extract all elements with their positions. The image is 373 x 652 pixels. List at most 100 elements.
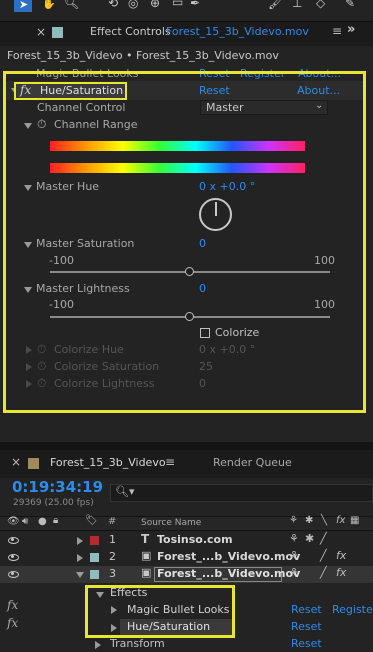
colorize-label[interactable]: Colorize — [215, 326, 259, 339]
effect-row-reset[interactable]: Reset — [291, 603, 322, 616]
master-hue-toggle[interactable] — [24, 185, 32, 191]
footage-layer-icon: ▣ — [141, 566, 152, 579]
effect-row-toggle[interactable] — [111, 624, 117, 632]
colorize-hue-value: 0 x +0.0 ° — [199, 343, 256, 356]
effects-group-label[interactable]: Effects — [110, 586, 147, 599]
comp-tab-menu-icon[interactable]: ≡ — [165, 455, 175, 469]
search-icon: 🔍︎▾ — [115, 485, 135, 498]
camera-tool-icon[interactable]: ◎ — [128, 0, 138, 10]
visibility-eye-icon[interactable] — [8, 571, 19, 578]
colorize-checkbox[interactable] — [200, 328, 210, 338]
pan-behind-icon[interactable]: ⊕ — [150, 0, 160, 10]
fx-icon[interactable]: fx — [20, 83, 31, 97]
comp-tab[interactable]: Forest_15_3b_Videvo — [50, 456, 166, 469]
panel-overflow-icon[interactable]: » — [347, 22, 355, 37]
master-saturation-knob[interactable] — [185, 267, 194, 276]
effect-controls-tab[interactable]: Effect Controls — [90, 25, 171, 38]
number-column-header: # — [108, 516, 117, 527]
effect-row-name[interactable]: Hue/Saturation — [127, 620, 210, 633]
visibility-eye-icon[interactable] — [8, 554, 19, 561]
breadcrumb: Forest_15_3b_Videvo • Forest_15_3b_Videv… — [7, 49, 279, 62]
master-lightness-knob[interactable] — [185, 312, 194, 321]
effect-about-link[interactable]: About... — [297, 84, 340, 97]
pen-tool-icon[interactable]: ✒ — [190, 0, 200, 10]
colorize-saturation-toggle — [26, 363, 32, 371]
effect-row-name[interactable]: Magic Bullet Looks — [127, 603, 230, 616]
channel-range-toggle[interactable] — [24, 123, 32, 129]
effects-group-toggle[interactable] — [96, 592, 104, 598]
layer-label-color[interactable] — [90, 536, 99, 545]
quality-header-icon: ╲ — [321, 515, 328, 526]
layer-label-color[interactable] — [90, 553, 99, 562]
shy-switch-icon[interactable]: ⚘ — [289, 566, 299, 579]
master-lightness-toggle[interactable] — [24, 287, 32, 293]
effect-switch-icon[interactable]: fx — [336, 549, 346, 562]
panel-menu-icon[interactable]: ≡ — [332, 24, 342, 38]
hue-angle-dial[interactable] — [199, 198, 232, 231]
zoom-tool-icon[interactable]: 🔍︎ — [64, 0, 79, 10]
chevron-down-icon: ⌄ — [315, 100, 324, 111]
quality-switch-icon[interactable]: ╱ — [320, 549, 327, 562]
master-hue-value[interactable]: 0 x +0.0 ° — [199, 180, 255, 193]
transform-toggle[interactable] — [95, 641, 101, 649]
layer-name[interactable]: Forest_...b_Videvo.mov — [157, 567, 300, 580]
visibility-eye-icon[interactable] — [8, 537, 19, 544]
colorize-lightness-toggle — [26, 380, 32, 388]
channel-range-bar-bottom — [50, 163, 305, 173]
master-hue-label: Master Hue — [36, 180, 100, 193]
colorize-hue-toggle — [26, 346, 32, 354]
colorize-saturation-stopwatch-icon: ⏱︎ — [37, 359, 47, 373]
stopwatch-icon[interactable]: ⏱︎ — [37, 117, 46, 132]
effect-row-reset[interactable]: Reset — [291, 620, 322, 633]
layer-name[interactable]: Tosinso.com — [157, 533, 233, 546]
transform-label[interactable]: Transform — [110, 637, 165, 650]
master-saturation-min: -100 — [49, 254, 74, 267]
rotate-tool-icon[interactable]: ⟲ — [108, 0, 118, 10]
mask-tool-icon[interactable]: ▭ — [172, 0, 183, 9]
brush-tool-icon[interactable]: 🖌︎ — [268, 0, 283, 10]
source-name-column-header[interactable]: Source Name — [141, 518, 201, 528]
transform-reset[interactable]: Reset — [291, 637, 322, 650]
switches-header-icon: ✱ — [305, 515, 314, 526]
layer-index: 3 — [109, 567, 116, 580]
shy-switch-icon[interactable]: ⚘ — [289, 532, 299, 545]
stamp-tool-icon[interactable]: ⊥ — [292, 0, 302, 10]
timecode-display[interactable]: 0:19:34:19 — [12, 478, 103, 496]
effect-reset-link[interactable]: Reset — [199, 84, 230, 97]
eraser-tool-icon[interactable]: ◇ — [316, 0, 325, 10]
fx-row-icon: fx — [7, 616, 19, 630]
master-saturation-value[interactable]: 0 — [199, 237, 206, 250]
layer-index: 1 — [109, 533, 116, 546]
layer-index: 2 — [109, 550, 116, 563]
layer-expand-toggle[interactable] — [77, 554, 83, 562]
layer-name[interactable]: Forest_...b_Videvo.mov — [157, 550, 300, 563]
puppet-tool-icon[interactable]: ✎ — [345, 0, 355, 10]
selection-arrow-icon: ➤ — [19, 0, 29, 11]
shy-header-icon: ⚘ — [289, 515, 298, 526]
layer-expand-toggle[interactable] — [77, 537, 83, 545]
colorize-saturation-value: 25 — [199, 360, 213, 373]
channel-control-dropdown[interactable]: Master ⌄ — [200, 100, 328, 115]
collapse-switch-icon[interactable]: ✱ — [305, 532, 314, 545]
effect-row-toggle[interactable] — [111, 606, 117, 614]
layer-label-color[interactable] — [90, 570, 99, 579]
quality-switch-icon[interactable]: ╱ — [320, 532, 327, 545]
close-tab-icon[interactable]: × — [36, 25, 46, 39]
text-layer-icon: T — [141, 532, 150, 546]
master-lightness-value[interactable]: 0 — [199, 282, 206, 295]
effect-controls-file[interactable]: Forest_15_3b_Videvo.mov — [166, 25, 309, 38]
panel-divider[interactable] — [0, 442, 373, 450]
shy-switch-icon[interactable]: ⚘ — [289, 549, 299, 562]
render-queue-tab[interactable]: Render Queue — [213, 456, 292, 469]
effect-row-register[interactable]: Register — [332, 603, 373, 616]
close-comp-tab-icon[interactable]: × — [11, 455, 21, 469]
comp-color-swatch — [28, 458, 39, 469]
effect-switch-icon[interactable]: fx — [336, 566, 346, 579]
layer-search-input[interactable]: 🔍︎▾ — [110, 484, 373, 502]
layer-collapse-toggle[interactable] — [76, 572, 84, 578]
quality-switch-icon[interactable]: ╱ — [320, 566, 327, 579]
master-saturation-toggle[interactable] — [24, 242, 32, 248]
hand-tool-icon[interactable]: ✋ — [42, 0, 56, 10]
panel-color-swatch — [52, 27, 63, 38]
lock-header-icon: 🔒︎ — [53, 515, 59, 526]
